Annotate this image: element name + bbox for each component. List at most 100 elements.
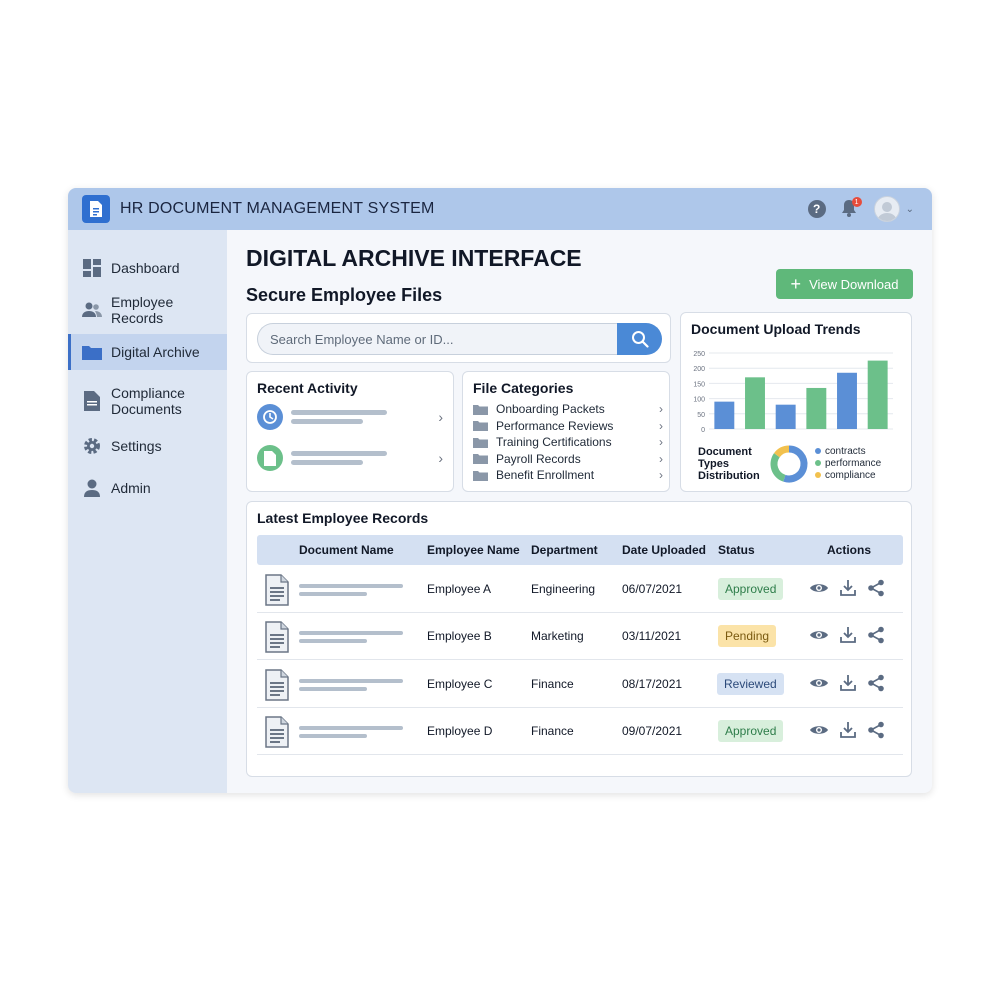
category-item[interactable]: Benefit Enrollment › bbox=[473, 467, 663, 483]
dashboard-icon bbox=[82, 258, 102, 278]
recent-activity-title: Recent Activity bbox=[257, 380, 358, 396]
status-badge: Approved bbox=[718, 578, 784, 600]
sidebar-item-label: Digital Archive bbox=[111, 344, 200, 360]
search-input[interactable] bbox=[257, 323, 619, 355]
view-icon[interactable] bbox=[809, 628, 829, 647]
chart-legend: contracts performance compliance bbox=[815, 445, 881, 481]
document-name-placeholder bbox=[299, 675, 403, 695]
column-header[interactable]: Employee Name bbox=[427, 543, 520, 557]
sidebar-item-employee-records[interactable]: Employee Records bbox=[68, 294, 227, 326]
chevron-right-icon: › bbox=[438, 409, 443, 425]
chevron-down-icon[interactable]: ⌄ bbox=[906, 204, 914, 215]
sidebar-item-dashboard[interactable]: Dashboard bbox=[68, 254, 227, 282]
download-icon[interactable] bbox=[839, 579, 857, 602]
category-item[interactable]: Training Certifications › bbox=[473, 434, 663, 450]
column-header[interactable]: Date Uploaded bbox=[622, 543, 706, 557]
search-card bbox=[246, 313, 671, 363]
activity-item[interactable]: › bbox=[257, 402, 443, 432]
category-label: Onboarding Packets bbox=[496, 402, 605, 416]
row-actions bbox=[809, 721, 885, 744]
bar bbox=[775, 404, 796, 429]
document-name-placeholder bbox=[299, 580, 403, 600]
view-download-button[interactable]: + View Download bbox=[776, 269, 913, 299]
status-badge: Reviewed bbox=[717, 672, 784, 695]
bar bbox=[867, 360, 888, 429]
column-header[interactable]: Document Name bbox=[299, 543, 394, 557]
employee-name: Employee C bbox=[427, 676, 493, 691]
employee-name: Employee B bbox=[427, 629, 492, 644]
document-name-placeholder bbox=[299, 627, 403, 647]
activity-placeholder bbox=[291, 406, 432, 428]
share-icon[interactable] bbox=[867, 674, 885, 697]
upload-trends-card: Document Upload Trends 250 200 150 100 50 0 D… bbox=[680, 312, 912, 492]
table-row[interactable]: Employee B Marketing 03/11/2021 Pending bbox=[257, 613, 903, 661]
view-icon[interactable] bbox=[809, 723, 829, 742]
legend-item: compliance bbox=[815, 469, 881, 481]
folder-icon bbox=[473, 454, 488, 464]
y-tick-label: 0 bbox=[701, 427, 705, 434]
pie-slice bbox=[770, 453, 786, 482]
column-header[interactable]: Department bbox=[531, 543, 598, 557]
notification-badge: 1 bbox=[851, 197, 862, 207]
user-avatar-icon bbox=[876, 202, 897, 221]
view-icon[interactable] bbox=[809, 581, 829, 600]
category-item[interactable]: Payroll Records › bbox=[473, 451, 663, 467]
person-icon bbox=[82, 478, 102, 498]
column-header[interactable]: Actions bbox=[827, 543, 871, 557]
folder-icon bbox=[473, 404, 488, 415]
document-icon bbox=[82, 391, 102, 411]
notifications-button[interactable]: 1 bbox=[840, 197, 862, 220]
chevron-right-icon: › bbox=[659, 435, 663, 449]
view-download-label: View Download bbox=[809, 276, 899, 292]
chevron-right-icon: › bbox=[438, 450, 443, 466]
distribution-label: Document Types Distribution bbox=[698, 446, 760, 482]
sidebar-item-compliance-documents[interactable]: Compliance Documents bbox=[68, 382, 227, 420]
column-header[interactable]: Status bbox=[718, 543, 755, 557]
download-icon[interactable] bbox=[839, 674, 857, 697]
chevron-right-icon: › bbox=[659, 451, 663, 466]
records-title: Latest Employee Records bbox=[257, 510, 429, 526]
table-header: Document Name Employee Name Department D… bbox=[257, 535, 903, 565]
folder-icon bbox=[473, 421, 488, 431]
table-row[interactable]: Employee C Finance 08/17/2021 Reviewed bbox=[257, 661, 903, 708]
app-logo-icon bbox=[82, 195, 110, 223]
activity-item[interactable]: › bbox=[257, 443, 443, 473]
employee-name: Employee A bbox=[427, 582, 492, 596]
sidebar-item-admin[interactable]: Admin bbox=[68, 474, 227, 502]
sidebar-item-digital-archive[interactable]: Digital Archive bbox=[68, 334, 227, 370]
help-icon[interactable]: ? bbox=[807, 200, 826, 218]
category-item[interactable]: Performance Reviews › bbox=[473, 418, 663, 434]
date-uploaded: 09/07/2021 bbox=[622, 723, 683, 738]
recent-activity-card: Recent Activity › › bbox=[246, 371, 454, 492]
activity-placeholder bbox=[291, 447, 432, 469]
table-row[interactable]: Employee D Finance 09/07/2021 Approved bbox=[257, 708, 903, 755]
category-item[interactable]: Onboarding Packets › bbox=[473, 401, 663, 417]
app-window: HR DOCUMENT MANAGEMENT SYSTEM ? 1 ⌄ Dash… bbox=[68, 188, 932, 793]
folder-icon bbox=[82, 342, 102, 362]
department: Marketing bbox=[531, 629, 584, 644]
category-label: Payroll Records bbox=[496, 451, 581, 466]
view-icon[interactable] bbox=[809, 676, 829, 695]
category-label: Training Certifications bbox=[496, 435, 612, 449]
share-icon[interactable] bbox=[867, 626, 885, 649]
sidebar-item-settings[interactable]: Settings bbox=[68, 432, 227, 460]
share-icon[interactable] bbox=[867, 721, 885, 744]
bar bbox=[745, 377, 765, 429]
page-subtitle: Secure Employee Files bbox=[246, 285, 443, 305]
people-icon bbox=[82, 300, 102, 320]
search-button[interactable] bbox=[617, 323, 662, 355]
document-name-placeholder bbox=[299, 722, 403, 742]
department: Finance bbox=[531, 723, 574, 738]
avatar[interactable] bbox=[873, 196, 900, 222]
document-file-icon bbox=[265, 621, 289, 658]
download-icon[interactable] bbox=[839, 721, 857, 744]
category-label: Benefit Enrollment bbox=[496, 468, 595, 482]
table-row[interactable]: Employee A Engineering 06/07/2021 Approved bbox=[257, 566, 903, 613]
share-icon[interactable] bbox=[867, 579, 885, 602]
bar bbox=[837, 372, 857, 429]
bar bbox=[806, 387, 827, 429]
download-icon[interactable] bbox=[839, 626, 857, 649]
page-title: DIGITAL ARCHIVE INTERFACE bbox=[246, 245, 582, 271]
chevron-right-icon: › bbox=[659, 418, 663, 433]
chevron-right-icon: › bbox=[659, 402, 663, 416]
